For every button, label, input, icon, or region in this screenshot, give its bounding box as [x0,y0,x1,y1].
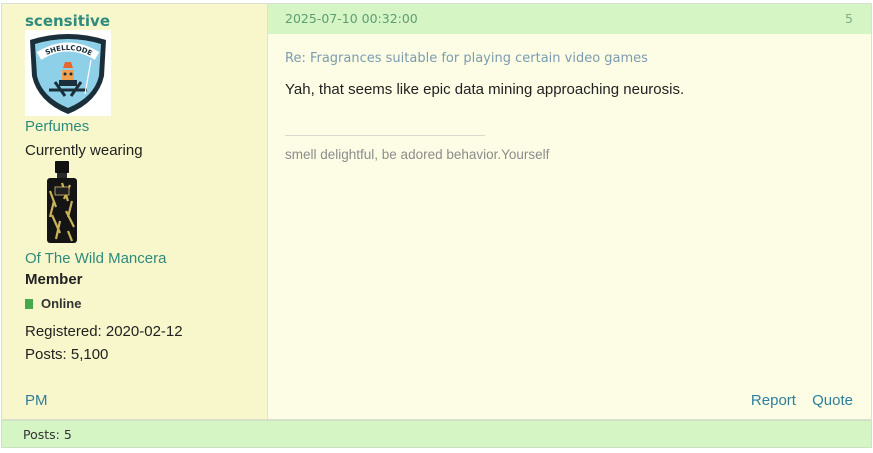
quote-link[interactable]: Quote [812,392,853,409]
author-sidebar: scensitive SHELLCODE 32 [2,4,268,419]
perfume-bottle-image[interactable] [42,161,82,245]
online-indicator-icon [25,298,33,309]
perfumes-link[interactable]: Perfumes [25,118,89,135]
fragrance-link[interactable]: Of The Wild Mancera [25,250,166,267]
footer-post-count: Posts: 5 [23,427,72,442]
post-number-link[interactable]: 5 [845,11,853,26]
forum-post: scensitive SHELLCODE 32 [1,3,872,420]
avatar[interactable]: SHELLCODE 32 [23,24,111,116]
online-status-label: Online [41,296,82,311]
post-body: Yah, that seems like epic data mining ap… [285,81,685,98]
post-subject: Re: Fragrances suitable for playing cert… [285,51,648,66]
thread-footer: Posts: 5 [1,420,872,448]
report-link[interactable]: Report [751,392,796,409]
post-header: 2025-07-10 00:32:00 5 [268,4,871,34]
signature-divider [285,135,485,136]
registered-date: Registered: 2020-02-12 [25,323,183,340]
shellcode-shield-avatar: SHELLCODE 32 [23,24,111,116]
post-actions: Report Quote [739,392,853,409]
member-role: Member [25,271,83,288]
online-status: Online [25,296,81,311]
author-post-count: Posts: 5,100 [25,346,109,363]
post-date: 2025-07-10 00:32:00 [285,11,418,26]
post-main: 2025-07-10 00:32:00 5 Re: Fragrances sui… [268,4,871,419]
author-username[interactable]: scensitive [25,12,110,30]
signature: smell delightful, be adored behavior.You… [285,147,550,162]
currently-wearing-label: Currently wearing [25,142,143,159]
pm-link[interactable]: PM [25,392,48,409]
